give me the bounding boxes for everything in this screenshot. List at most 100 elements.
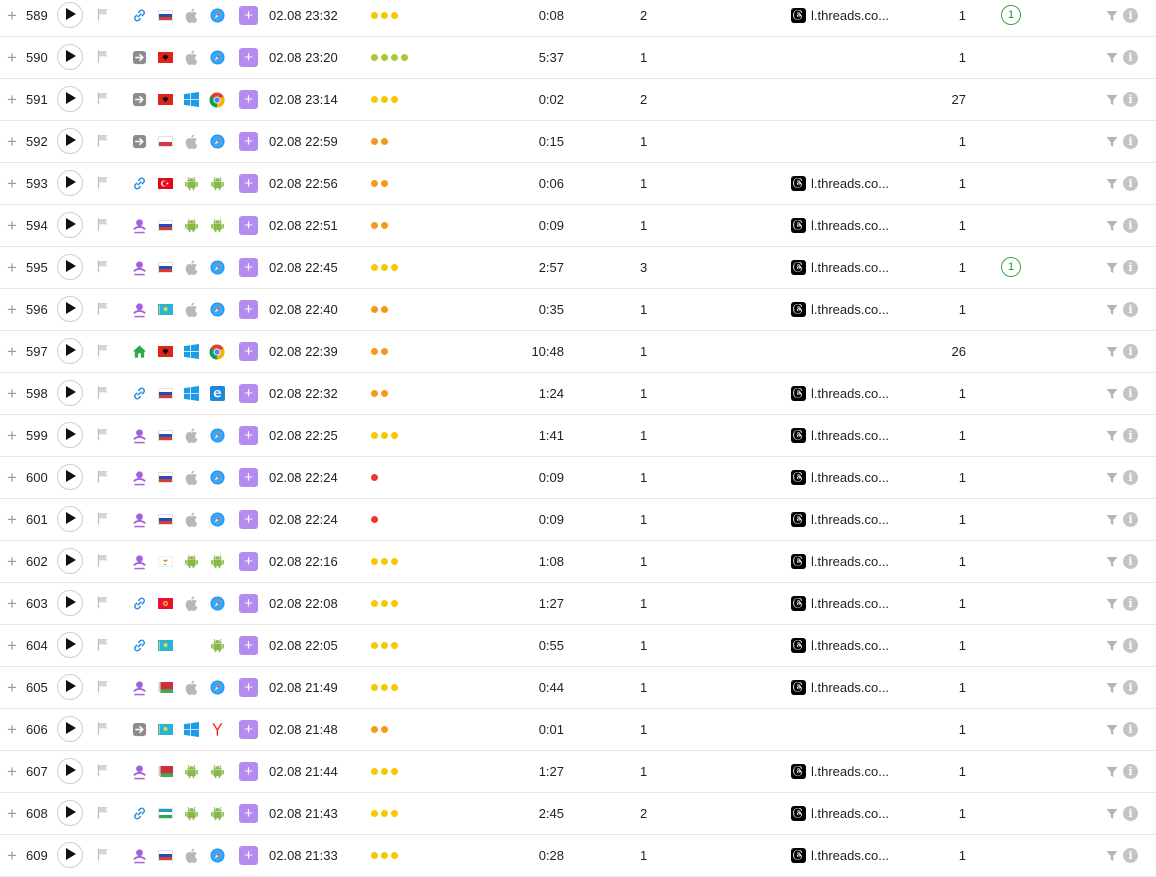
- info-icon[interactable]: i: [1123, 218, 1138, 233]
- info-icon[interactable]: i: [1123, 176, 1138, 191]
- add-segment-button[interactable]: +: [239, 804, 258, 823]
- info-icon[interactable]: i: [1123, 344, 1138, 359]
- info-icon[interactable]: i: [1123, 260, 1138, 275]
- expand-row-button[interactable]: +: [5, 835, 19, 876]
- add-segment-button[interactable]: +: [239, 300, 258, 319]
- info-icon[interactable]: i: [1123, 848, 1138, 863]
- play-session-button[interactable]: [57, 590, 83, 616]
- info-icon[interactable]: i: [1123, 512, 1138, 527]
- expand-row-button[interactable]: +: [5, 121, 19, 162]
- play-session-button[interactable]: [57, 422, 83, 448]
- filter-icon[interactable]: [1106, 835, 1118, 876]
- filter-icon[interactable]: [1106, 793, 1118, 834]
- expand-row-button[interactable]: +: [5, 0, 19, 36]
- expand-row-button[interactable]: +: [5, 667, 19, 708]
- expand-row-button[interactable]: +: [5, 751, 19, 792]
- add-segment-button[interactable]: +: [239, 174, 258, 193]
- flag-session-button[interactable]: [96, 247, 110, 288]
- play-session-button[interactable]: [57, 212, 83, 238]
- flag-session-button[interactable]: [96, 289, 110, 330]
- table-row[interactable]: +592 +02.08 22:59 0:15 1 1 i: [0, 121, 1156, 163]
- table-row[interactable]: +607 +02.08 21:44 1:27 1 l.threads.co... 1 i: [0, 751, 1156, 793]
- add-segment-button[interactable]: +: [239, 510, 258, 529]
- filter-icon[interactable]: [1106, 457, 1118, 498]
- add-segment-button[interactable]: +: [239, 6, 258, 25]
- info-icon[interactable]: i: [1123, 92, 1138, 107]
- table-row[interactable]: +606 +02.08 21:48 0:01 1 1 i: [0, 709, 1156, 751]
- info-icon[interactable]: i: [1123, 428, 1138, 443]
- add-segment-button[interactable]: +: [239, 762, 258, 781]
- play-session-button[interactable]: [57, 128, 83, 154]
- referrer-link[interactable]: l.threads.co...: [791, 667, 889, 708]
- table-row[interactable]: +602 +02.08 22:16 1:08 1 l.threads.co... 1 i: [0, 541, 1156, 583]
- play-session-button[interactable]: [57, 296, 83, 322]
- expand-row-button[interactable]: +: [5, 625, 19, 666]
- table-row[interactable]: +593 +02.08 22:56 0:06 1 l.threads.co... 1 i: [0, 163, 1156, 205]
- filter-icon[interactable]: [1106, 709, 1118, 750]
- info-icon[interactable]: i: [1123, 470, 1138, 485]
- expand-row-button[interactable]: +: [5, 79, 19, 120]
- info-icon[interactable]: i: [1123, 764, 1138, 779]
- filter-icon[interactable]: [1106, 0, 1118, 36]
- add-segment-button[interactable]: +: [239, 552, 258, 571]
- table-row[interactable]: +594 +02.08 22:51 0:09 1 l.threads.co... 1 i: [0, 205, 1156, 247]
- expand-row-button[interactable]: +: [5, 331, 19, 372]
- table-row[interactable]: +599 +02.08 22:25 1:41 1 l.threads.co... 1 i: [0, 415, 1156, 457]
- referrer-link[interactable]: l.threads.co...: [791, 499, 889, 540]
- add-segment-button[interactable]: +: [239, 594, 258, 613]
- referrer-link[interactable]: l.threads.co...: [791, 373, 889, 414]
- flag-session-button[interactable]: [96, 373, 110, 414]
- expand-row-button[interactable]: +: [5, 415, 19, 456]
- filter-icon[interactable]: [1106, 163, 1118, 204]
- flag-session-button[interactable]: [96, 331, 110, 372]
- flag-session-button[interactable]: [96, 835, 110, 876]
- expand-row-button[interactable]: +: [5, 499, 19, 540]
- play-session-button[interactable]: [57, 842, 83, 868]
- table-row[interactable]: +601 +02.08 22:24 0:09 1 l.threads.co... 1 i: [0, 499, 1156, 541]
- table-row[interactable]: +590 +02.08 23:20 5:37 1 1 i: [0, 37, 1156, 79]
- filter-icon[interactable]: [1106, 751, 1118, 792]
- play-session-button[interactable]: [57, 254, 83, 280]
- table-row[interactable]: +597 +02.08 22:39 10:48 1 26 i: [0, 331, 1156, 373]
- expand-row-button[interactable]: +: [5, 541, 19, 582]
- referrer-link[interactable]: l.threads.co...: [791, 835, 889, 876]
- referrer-link[interactable]: l.threads.co...: [791, 0, 889, 36]
- table-row[interactable]: +600 +02.08 22:24 0:09 1 l.threads.co... 1 i: [0, 457, 1156, 499]
- play-session-button[interactable]: [57, 86, 83, 112]
- table-row[interactable]: +605 +02.08 21:49 0:44 1 l.threads.co... 1 i: [0, 667, 1156, 709]
- flag-session-button[interactable]: [96, 121, 110, 162]
- referrer-link[interactable]: l.threads.co...: [791, 457, 889, 498]
- info-icon[interactable]: i: [1123, 302, 1138, 317]
- add-segment-button[interactable]: +: [239, 678, 258, 697]
- referrer-link[interactable]: l.threads.co...: [791, 415, 889, 456]
- expand-row-button[interactable]: +: [5, 583, 19, 624]
- add-segment-button[interactable]: +: [239, 846, 258, 865]
- referrer-link[interactable]: l.threads.co...: [791, 289, 889, 330]
- play-session-button[interactable]: [57, 632, 83, 658]
- add-segment-button[interactable]: +: [239, 468, 258, 487]
- filter-icon[interactable]: [1106, 331, 1118, 372]
- info-icon[interactable]: i: [1123, 50, 1138, 65]
- referrer-link[interactable]: l.threads.co...: [791, 625, 889, 666]
- flag-session-button[interactable]: [96, 205, 110, 246]
- info-icon[interactable]: i: [1123, 722, 1138, 737]
- play-session-button[interactable]: [57, 380, 83, 406]
- filter-icon[interactable]: [1106, 79, 1118, 120]
- flag-session-button[interactable]: [96, 583, 110, 624]
- add-segment-button[interactable]: +: [239, 342, 258, 361]
- table-row[interactable]: +596 +02.08 22:40 0:35 1 l.threads.co... 1 i: [0, 289, 1156, 331]
- add-segment-button[interactable]: +: [239, 426, 258, 445]
- table-row[interactable]: +589 +02.08 23:32 0:08 2 l.threads.co... 1 1 i: [0, 0, 1156, 37]
- play-session-button[interactable]: [57, 44, 83, 70]
- goal-badge[interactable]: 1: [1001, 257, 1021, 277]
- add-segment-button[interactable]: +: [239, 216, 258, 235]
- filter-icon[interactable]: [1106, 121, 1118, 162]
- table-row[interactable]: +595 +02.08 22:45 2:57 3 l.threads.co... 1 1 i: [0, 247, 1156, 289]
- table-row[interactable]: +603 +02.08 22:08 1:27 1 l.threads.co... 1 i: [0, 583, 1156, 625]
- info-icon[interactable]: i: [1123, 638, 1138, 653]
- flag-session-button[interactable]: [96, 415, 110, 456]
- referrer-link[interactable]: l.threads.co...: [791, 205, 889, 246]
- info-icon[interactable]: i: [1123, 134, 1138, 149]
- play-session-button[interactable]: [57, 464, 83, 490]
- play-session-button[interactable]: [57, 506, 83, 532]
